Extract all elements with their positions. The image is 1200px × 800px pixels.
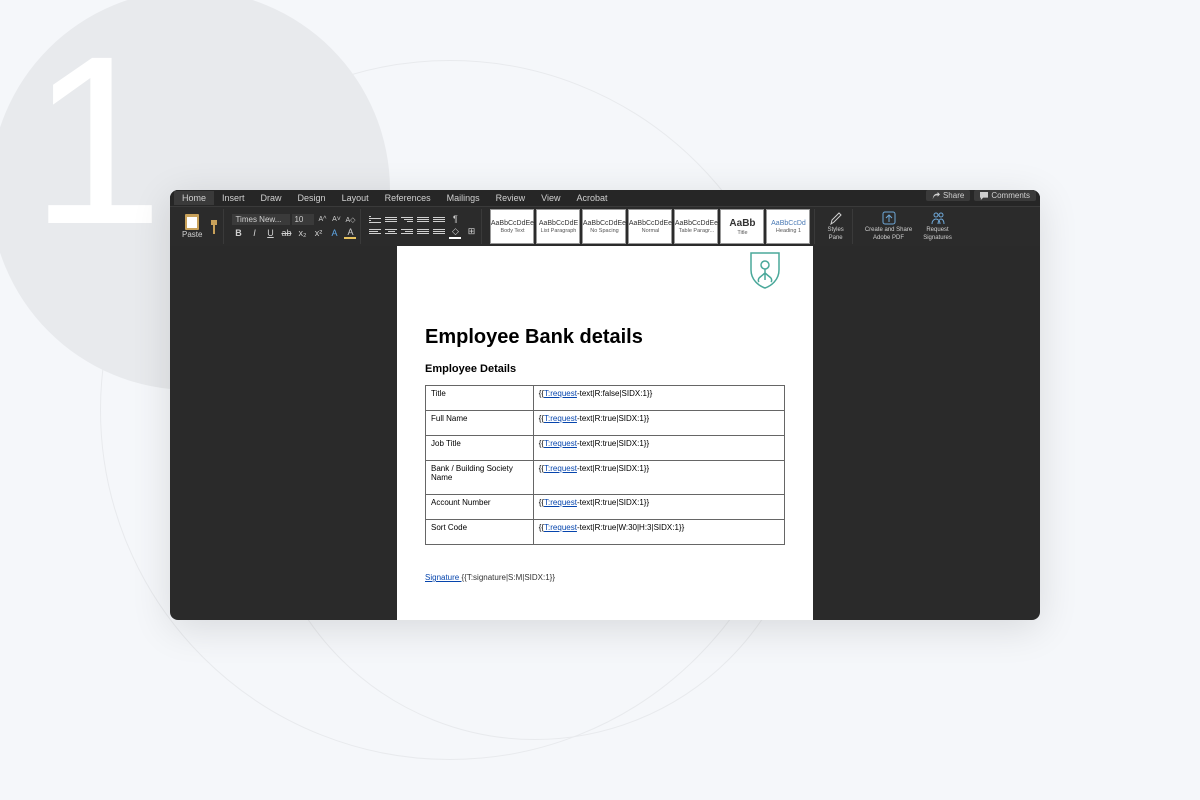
adobe-create-pdf-button[interactable]: Create and Share Adobe PDF [861,209,916,243]
align-left-button[interactable] [369,226,381,236]
table-row: Job Title {{T:request-text|R:true|SIDX:1… [426,436,785,461]
line-spacing-button[interactable] [433,226,445,236]
field-value[interactable]: {{T:request-text|R:true|SIDX:1}} [533,436,784,461]
table-row: Account Number {{T:request-text|R:true|S… [426,495,785,520]
adobe-request-signatures-button[interactable]: Request Signatures [919,209,956,243]
field-label: Full Name [426,411,534,436]
clipboard-icon [185,214,199,230]
field-value[interactable]: {{T:request-text|R:false|SIDX:1}} [533,386,784,411]
underline-button[interactable]: U [264,228,276,238]
word-app-window: Home Insert Draw Design Layout Reference… [170,190,1040,620]
share-button[interactable]: Share [926,190,970,201]
field-label: Sort Code [426,520,534,545]
field-label: Job Title [426,436,534,461]
table-row: Title {{T:request-text|R:false|SIDX:1}} [426,386,785,411]
field-value[interactable]: {{T:request-text|R:true|W:30|H:3|SIDX:1}… [533,520,784,545]
paste-button[interactable]: Paste [178,212,206,241]
text-highlight-button[interactable]: A [328,228,340,238]
field-value[interactable]: {{T:request-text|R:true|SIDX:1}} [533,461,784,495]
field-value[interactable]: {{T:request-text|R:true|SIDX:1}} [533,495,784,520]
styles-pane-icon [830,211,842,225]
tab-view[interactable]: View [533,191,568,205]
style-body-text[interactable]: AaBbCcDdEe Body Text [490,209,534,244]
style-table-paragraph[interactable]: AaBbCcDdEe Table Paragr... [674,209,718,244]
italic-button[interactable]: I [248,228,260,238]
increase-indent-button[interactable] [433,214,445,224]
align-center-button[interactable] [385,226,397,236]
styles-group: AaBbCcDdEe Body Text AaBbCcDdE List Para… [486,209,815,244]
watermark-number: 1 [30,20,163,260]
field-label: Account Number [426,495,534,520]
bold-button[interactable]: B [232,228,244,238]
multilevel-list-button[interactable] [401,214,413,224]
section-heading: Employee Details [425,363,785,375]
tab-mailings[interactable]: Mailings [439,191,488,205]
signature-line[interactable]: Signature {{T:signature|S:M|SIDX:1}} [425,573,785,582]
field-label: Title [426,386,534,411]
adobe-pdf-icon [882,211,896,225]
justify-button[interactable] [417,226,429,236]
company-logo-icon [745,250,785,290]
font-size-select[interactable] [292,214,314,225]
tab-references[interactable]: References [377,191,439,205]
subscript-button[interactable]: x₂ [296,228,308,238]
comments-button[interactable]: Comments [974,190,1036,201]
tab-design[interactable]: Design [290,191,334,205]
decrease-indent-button[interactable] [417,214,429,224]
style-title[interactable]: AaBb Title [720,209,764,244]
strikethrough-button[interactable]: ab [280,228,292,238]
font-family-select[interactable] [232,214,290,225]
table-row: Bank / Building Society Name {{T:request… [426,461,785,495]
ribbon: Home Insert Draw Design Layout Reference… [170,190,1040,246]
align-right-button[interactable] [401,226,413,236]
ribbon-tabs: Home Insert Draw Design Layout Reference… [170,190,1040,206]
format-painter-icon[interactable] [209,220,219,234]
clear-formatting-button[interactable]: A◇ [344,216,356,224]
adobe-group: Create and Share Adobe PDF Request Signa… [857,209,960,244]
show-marks-button[interactable]: ¶ [449,214,461,224]
employee-details-table: Title {{T:request-text|R:false|SIDX:1}} … [425,385,785,545]
table-row: Full Name {{T:request-text|R:true|SIDX:1… [426,411,785,436]
document-title: Employee Bank details [425,326,785,349]
style-list-paragraph[interactable]: AaBbCcDdE List Paragraph [536,209,580,244]
share-icon [932,192,940,200]
style-no-spacing[interactable]: AaBbCcDdEe No Spacing [582,209,626,244]
paragraph-group: ¶ ◇ ⊞ [365,209,482,244]
clipboard-group: Paste [174,209,224,244]
comment-icon [980,192,988,200]
signature-token: {{T:signature|S:M|SIDX:1}} [461,573,555,582]
style-heading-1[interactable]: AaBbCcDd Heading 1 [766,209,810,244]
tab-draw[interactable]: Draw [253,191,290,205]
number-list-button[interactable] [385,214,397,224]
ribbon-toolbar: Paste A^ A˅ A◇ B I U [170,206,1040,246]
font-color-button[interactable]: A [344,227,356,239]
style-normal[interactable]: AaBbCcDdEe Normal [628,209,672,244]
document-canvas[interactable]: Employee Bank details Employee Details T… [170,246,1040,620]
signature-label: Signature [425,573,461,582]
font-group: A^ A˅ A◇ B I U ab x₂ x² A A [228,209,361,244]
decrease-font-button[interactable]: A˅ [330,216,342,223]
tab-home[interactable]: Home [174,191,214,205]
table-row: Sort Code {{T:request-text|R:true|W:30|H… [426,520,785,545]
increase-font-button[interactable]: A^ [316,216,328,223]
tab-layout[interactable]: Layout [334,191,377,205]
document-page[interactable]: Employee Bank details Employee Details T… [397,246,813,620]
styles-pane-button[interactable]: Styles Pane [823,209,847,243]
borders-button[interactable]: ⊞ [465,226,477,239]
tab-acrobat[interactable]: Acrobat [569,191,616,205]
tab-insert[interactable]: Insert [214,191,253,205]
bullet-list-button[interactable] [369,214,381,224]
superscript-button[interactable]: x² [312,228,324,238]
field-value[interactable]: {{T:request-text|R:true|SIDX:1}} [533,411,784,436]
tab-review[interactable]: Review [488,191,534,205]
shading-button[interactable]: ◇ [449,226,461,239]
styles-pane-group: Styles Pane [819,209,852,244]
signature-icon [931,211,945,225]
field-label: Bank / Building Society Name [426,461,534,495]
